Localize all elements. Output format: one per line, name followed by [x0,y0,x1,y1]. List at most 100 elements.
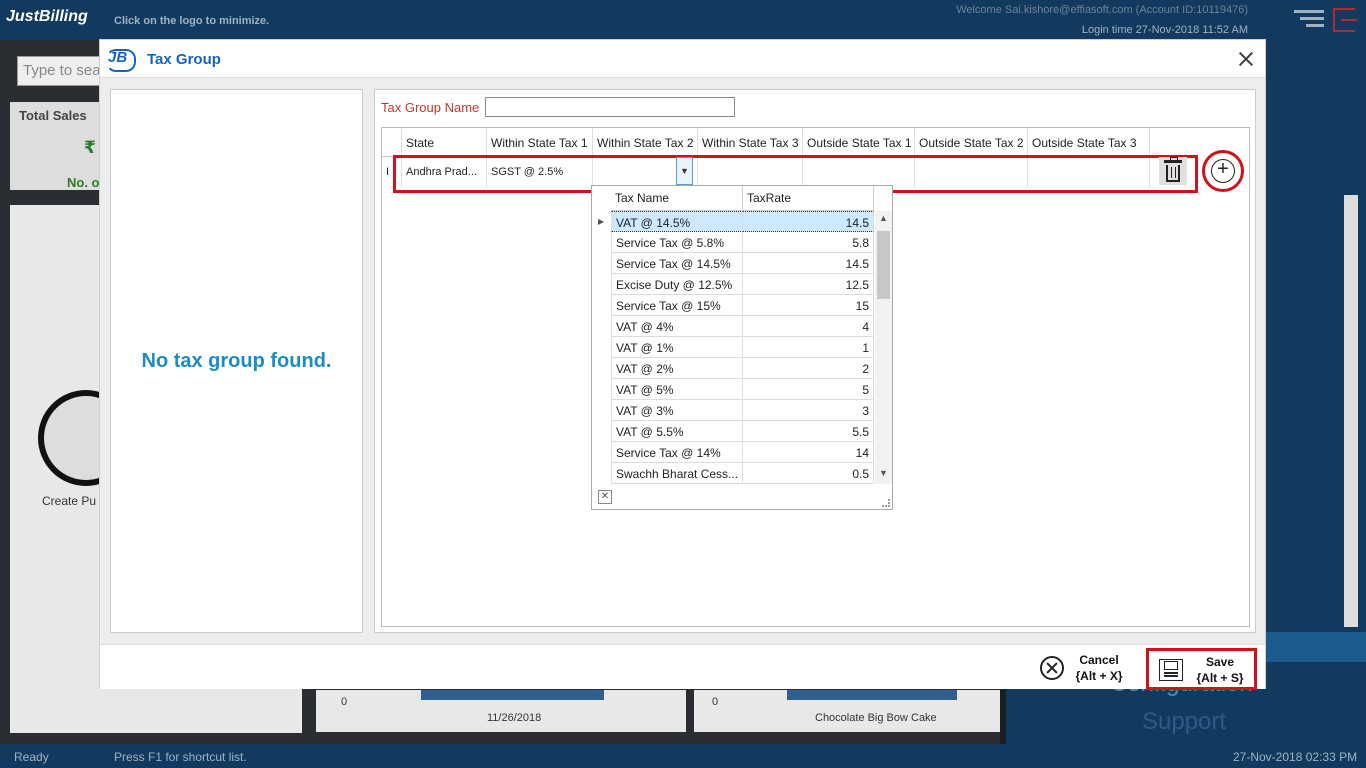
tax-name-cell[interactable]: Swachh Bharat Cess... [611,463,743,484]
col-outside-tax-3[interactable]: Outside State Tax 3 [1028,128,1150,156]
search-input[interactable]: Type to sea [17,56,107,86]
dialog-title: Tax Group [147,51,221,68]
popup-col-tax-rate[interactable]: TaxRate [743,186,874,210]
tax-name-cell[interactable]: VAT @ 1% [611,337,743,358]
col-outside-tax-1[interactable]: Outside State Tax 1 [803,128,915,156]
tax-rate-cell[interactable]: 5 [743,379,874,400]
dialog-header: JB Tax Group [100,40,1265,78]
tax-rate-cell[interactable]: 12.5 [743,274,874,295]
tax-rate-cell[interactable]: 5.5 [743,421,874,442]
row-gutter [592,316,611,337]
delete-row-button[interactable] [1159,157,1187,185]
save-icon [1159,659,1183,681]
popup-header: Tax Name TaxRate [611,186,874,211]
cancel-icon [1040,656,1064,680]
tax-name-cell[interactable]: Service Tax @ 15% [611,295,743,316]
col-within-tax-1[interactable]: Within State Tax 1 [487,128,593,156]
cell-outside-tax-1[interactable] [803,157,915,187]
tax-name-cell[interactable]: Service Tax @ 14.5% [611,253,743,274]
tax-name-cell[interactable]: VAT @ 3% [611,400,743,421]
cell-within-tax-3[interactable] [698,157,803,187]
tax-rate-cell[interactable]: 14.5 [743,211,874,232]
row-gutter [592,253,611,274]
save-button[interactable]: Save {Alt + S} [1146,648,1257,690]
cell-state[interactable]: Andhra Prad... [402,157,487,187]
top-bar: JustBilling Click on the logo to minimiz… [0,0,1366,40]
col-outside-tax-2[interactable]: Outside State Tax 2 [915,128,1028,156]
nav-support[interactable]: Support [1142,708,1226,736]
cell-outside-tax-2[interactable] [915,157,1028,187]
list-item[interactable]: VAT @ 5.5% 5.5 [592,421,874,442]
list-item[interactable]: VAT @ 5% 5 [592,379,874,400]
row-gutter [592,442,611,463]
create-purchase-label: Create Pu [42,494,97,508]
popup-col-tax-name[interactable]: Tax Name [611,186,743,210]
list-item[interactable]: Service Tax @ 5.8% 5.8 [592,232,874,253]
list-item[interactable]: Service Tax @ 14% 14 [592,442,874,463]
list-item[interactable]: Excise Duty @ 12.5% 12.5 [592,274,874,295]
cancel-shortcut-text: {Alt + X} [1075,669,1123,683]
cell-within-tax-1[interactable]: SGST @ 2.5% [487,157,593,187]
tax-name-cell[interactable]: VAT @ 4% [611,316,743,337]
tax-name-cell[interactable]: VAT @ 5.5% [611,421,743,442]
save-label-text: Save [1205,655,1235,669]
tax-name-cell[interactable]: VAT @ 5% [611,379,743,400]
page-scrollbar[interactable] [1344,195,1358,627]
welcome-text: Welcome Sai.kishore@effiasoft.com (Accou… [956,4,1248,16]
table-row: I Andhra Prad... SGST @ 2.5% [382,157,1150,187]
list-item[interactable]: ▶ VAT @ 14.5% 14.5 [592,211,874,232]
chevron-down-icon[interactable]: ▼ [676,157,693,185]
trash-can [1166,165,1180,182]
cell-outside-tax-3[interactable] [1028,157,1150,187]
jb-logo-icon: JB [106,49,136,72]
list-item[interactable]: VAT @ 2% 2 [592,358,874,379]
app-logo[interactable]: JustBilling [6,8,88,26]
save-label: Save {Alt + S} [1189,654,1251,686]
tax-name-cell[interactable]: VAT @ 14.5% [611,211,743,232]
popup-scrollbar[interactable]: ▲ ▼ [875,211,892,484]
row-gutter [592,358,611,379]
tax-rate-cell[interactable]: 14 [743,442,874,463]
tax-name-cell[interactable]: VAT @ 2% [611,358,743,379]
product-chart-zero: 0 [712,696,719,708]
close-icon[interactable] [1236,49,1256,69]
tax-rate-cell[interactable]: 2 [743,358,874,379]
col-state[interactable]: State [402,128,487,156]
resize-grip-icon[interactable] [882,499,890,507]
tax-rate-cell[interactable]: 3 [743,400,874,421]
scroll-down-icon[interactable]: ▼ [875,468,892,482]
tax-name-cell[interactable]: Excise Duty @ 12.5% [611,274,743,295]
cancel-button[interactable]: Cancel {Alt + X} [1038,649,1134,687]
tax-rate-cell[interactable]: 5.8 [743,232,874,253]
group-name-input[interactable] [485,97,735,117]
list-item[interactable]: VAT @ 1% 1 [592,337,874,358]
logout-icon[interactable] [1333,8,1357,32]
list-item[interactable]: VAT @ 4% 4 [592,316,874,337]
tax-rate-cell[interactable]: 1 [743,337,874,358]
col-within-tax-3[interactable]: Within State Tax 3 [698,128,803,156]
list-item[interactable]: Service Tax @ 14.5% 14.5 [592,253,874,274]
status-bar: Ready Press F1 for shortcut list. 27-Nov… [0,744,1366,768]
list-item[interactable]: Swachh Bharat Cess... 0.5 [592,463,874,484]
tax-rate-cell[interactable]: 0.5 [743,463,874,484]
add-row-button[interactable]: + [1211,159,1235,183]
tax-rate-cell[interactable]: 14.5 [743,253,874,274]
col-within-tax-2[interactable]: Within State Tax 2 [593,128,698,156]
popup-list: ▶ VAT @ 14.5% 14.5 Service Tax @ 5.8% 5.8 Ser… [592,211,874,484]
scroll-up-icon[interactable]: ▲ [875,213,892,227]
add-row-highlight: + [1202,150,1244,192]
tax-name-cell[interactable]: Service Tax @ 14% [611,442,743,463]
list-item[interactable]: VAT @ 3% 3 [592,400,874,421]
scroll-thumb[interactable] [877,231,890,299]
popup-close-icon[interactable]: ✕ [598,490,612,504]
tax-rate-cell[interactable]: 15 [743,295,874,316]
menu-icon[interactable] [1294,10,1324,30]
shortcut-hint: Press F1 for shortcut list. [114,750,247,764]
row-gutter [592,421,611,442]
group-name-label: Tax Group Name [381,100,480,115]
tax-name-cell[interactable]: Service Tax @ 5.8% [611,232,743,253]
list-item[interactable]: Service Tax @ 15% 15 [592,295,874,316]
row-gutter [592,232,611,253]
status-datetime: 27-Nov-2018 02:33 PM [1233,750,1358,764]
tax-rate-cell[interactable]: 4 [743,316,874,337]
